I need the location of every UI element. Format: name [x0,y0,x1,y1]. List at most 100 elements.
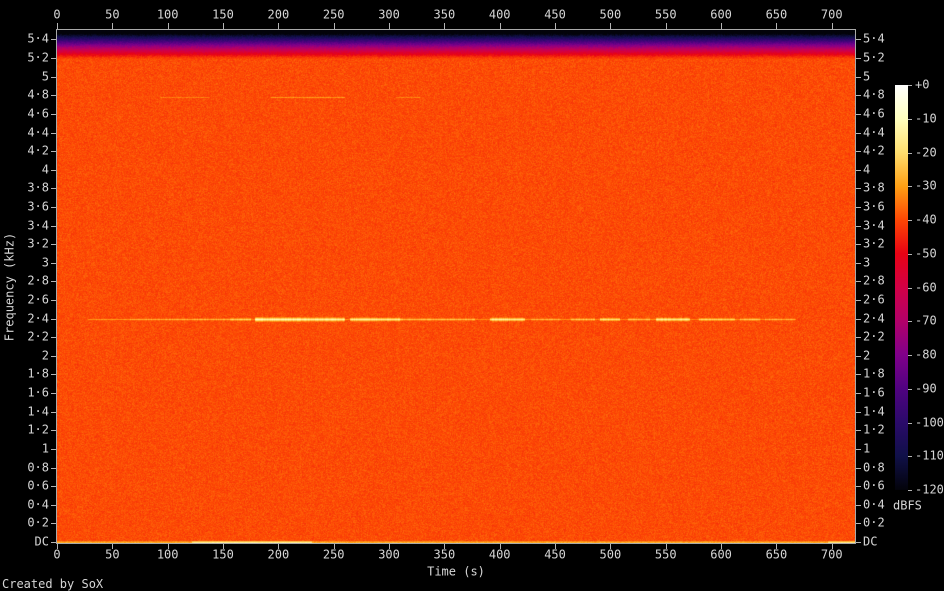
y-axis-tick-label-left: 2·4 [27,312,49,325]
y-axis-tick-left [51,449,56,450]
y-axis-tick-label-left: 0·2 [27,517,49,530]
x-axis-tick-bottom [555,544,556,549]
y-axis-tick-label-left: 2·8 [27,275,49,288]
colorbar-tick-label: -40 [915,214,937,227]
y-axis-tick-label-left: 4·2 [27,145,49,158]
x-axis-tick-bottom [278,544,279,549]
y-axis-tick-left [51,374,56,375]
y-axis-tick-label-left: 1·6 [27,387,49,400]
y-axis-tick-right [856,170,861,171]
y-axis-tick-label-right: 3·8 [863,182,885,195]
x-axis-tick-label-bottom: 150 [212,549,234,562]
x-axis-tick-bottom [223,544,224,549]
x-axis-tick-label-bottom: 250 [323,549,345,562]
y-axis-tick-right [856,39,861,40]
colorbar-tick-label: -80 [915,349,937,362]
y-axis-tick-label-right: 5·4 [863,33,885,46]
y-axis-tick-right [856,468,861,469]
x-axis-tick-bottom [112,544,113,549]
y-axis-tick-label-right: 0·8 [863,461,885,474]
x-axis-tick-label-top: 500 [600,9,622,22]
x-axis-tick-label-top: 550 [655,9,677,22]
y-axis-tick-left [51,114,56,115]
x-axis-tick-top [721,23,722,29]
y-axis-tick-left [51,505,56,506]
colorbar-tick [908,490,912,491]
y-axis-tick-label-right: 0·4 [863,498,885,511]
y-axis-tick-label-right: 1 [863,442,870,455]
y-axis-tick-right [856,58,861,59]
x-axis-tick-label-bottom: 600 [710,549,732,562]
y-axis-tick-label-left: 3·4 [27,219,49,232]
colorbar-tick-label: -20 [915,146,937,159]
x-axis-tick-top [389,23,390,29]
y-axis-tick-label-left: 0·8 [27,461,49,474]
y-axis-title: Frequency (kHz) [4,233,17,341]
x-axis-tick-label-top: 350 [434,9,456,22]
y-axis-tick-left [51,468,56,469]
y-axis-tick-label-left: 1·8 [27,368,49,381]
y-axis-tick-label-right: 4·6 [863,107,885,120]
y-axis-tick-left [51,337,56,338]
y-axis-tick-label-right: 1·6 [863,387,885,400]
x-axis-tick-top [776,23,777,29]
y-axis-tick-right [856,542,861,543]
y-axis-tick-left [51,207,56,208]
colorbar-tick [908,389,912,390]
colorbar-tick [908,119,912,120]
x-axis-tick-bottom [832,544,833,549]
x-axis-tick-label-top: 300 [378,9,400,22]
y-axis-tick-right [856,505,861,506]
x-axis-tick-label-top: 250 [323,9,345,22]
y-axis-tick-label-left: 1·2 [27,424,49,437]
y-axis-tick-label-left: 3·8 [27,182,49,195]
y-axis-tick-label-left: 0·4 [27,498,49,511]
y-axis-tick-label-left: 2·6 [27,294,49,307]
y-axis-tick-label-left: DC [35,536,49,549]
colorbar-unit-label: dBFS [893,500,922,513]
y-axis-tick-left [51,95,56,96]
x-axis-tick-bottom [610,544,611,549]
y-axis-tick-right [856,133,861,134]
colorbar-tick-label: -90 [915,382,937,395]
y-axis-tick-label-right: DC [863,536,877,549]
x-axis-tick-top [832,23,833,29]
y-axis-tick-right [856,319,861,320]
y-axis-tick-left [51,188,56,189]
y-axis-tick-right [856,449,861,450]
y-axis-tick-right [856,374,861,375]
x-axis-tick-top [610,23,611,29]
y-axis-tick-left [51,523,56,524]
colorbar-tick [908,423,912,424]
colorbar-gradient [895,85,908,490]
y-axis-tick-label-left: 5·4 [27,33,49,46]
y-axis-tick-label-left: 4·8 [27,89,49,102]
colorbar-tick [908,85,912,86]
y-axis-tick-right [856,337,861,338]
x-axis-tick-label-bottom: 450 [544,549,566,562]
x-axis-tick-label-top: 400 [489,9,511,22]
y-axis-tick-label-left: 3·6 [27,200,49,213]
x-axis-tick-top [168,23,169,29]
y-axis-tick-label-left: 4·4 [27,126,49,139]
colorbar-tick [908,456,912,457]
colorbar-tick-label: -30 [915,180,937,193]
y-axis-tick-right [856,263,861,264]
x-axis-tick-top [278,23,279,29]
y-axis-tick-label-right: 2·6 [863,294,885,307]
y-axis-tick-left [51,319,56,320]
y-axis-tick-left [51,263,56,264]
x-axis-tick-label-top: 200 [268,9,290,22]
x-axis-tick-bottom [776,544,777,549]
y-axis-tick-right [856,281,861,282]
y-axis-tick-label-right: 0·2 [863,517,885,530]
y-axis-tick-right [856,151,861,152]
colorbar-tick-label: -100 [915,416,944,429]
y-axis-tick-label-right: 2·2 [863,331,885,344]
y-axis-tick-label-right: 1·4 [863,405,885,418]
x-axis-tick-label-bottom: 0 [53,549,60,562]
y-axis-tick-label-right: 2·4 [863,312,885,325]
x-axis-tick-label-bottom: 650 [766,549,788,562]
x-axis-tick-label-bottom: 500 [600,549,622,562]
x-axis-tick-top [57,23,58,29]
